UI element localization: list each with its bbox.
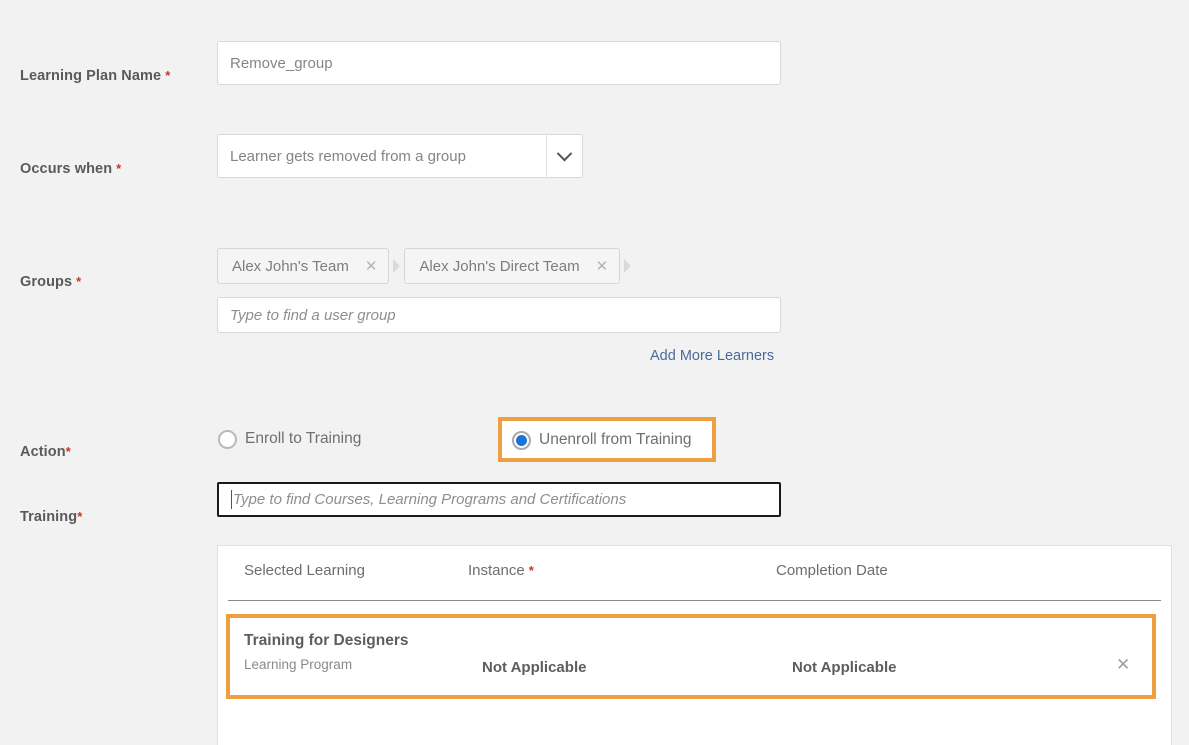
required-asterisk: * (165, 68, 170, 83)
column-header-selected-learning: Selected Learning (244, 562, 365, 579)
training-search-placeholder: Type to find Courses, Learning Programs … (233, 491, 626, 508)
radio-unenroll-from-training[interactable]: Unenroll from Training (512, 425, 691, 455)
chip-separator-arrow-icon (624, 259, 631, 273)
groups-chip-list: Alex John's Team ✕ Alex John's Direct Te… (217, 248, 635, 284)
table-header-row: Selected Learning Instance* Completion D… (228, 546, 1161, 601)
required-asterisk: * (76, 274, 81, 289)
training-label: Training* (20, 509, 82, 525)
occurs-when-select[interactable]: Learner gets removed from a group (217, 134, 583, 178)
occurs-when-label-text: Occurs when (20, 161, 112, 177)
training-search-input[interactable]: Type to find Courses, Learning Programs … (217, 482, 781, 517)
selected-learning-table: Selected Learning Instance* Completion D… (217, 545, 1172, 745)
action-label: Action* (20, 444, 71, 460)
radio-enroll-to-training-label: Enroll to Training (245, 430, 361, 448)
close-icon[interactable]: ✕ (365, 259, 378, 274)
action-label-text: Action (20, 444, 66, 460)
radio-unenroll-from-training-label: Unenroll from Training (539, 431, 691, 449)
occurs-when-label: Occurs when * (20, 161, 121, 177)
required-asterisk: * (529, 563, 534, 578)
group-chip-label: Alex John's Team (232, 258, 349, 275)
group-search-input[interactable]: Type to find a user group (217, 297, 781, 333)
groups-label: Groups * (20, 274, 81, 290)
group-chip[interactable]: Alex John's Team ✕ (217, 248, 389, 284)
column-header-completion-date: Completion Date (776, 562, 888, 579)
add-more-learners-link[interactable]: Add More Learners (650, 348, 774, 364)
radio-enroll-to-training[interactable]: Enroll to Training (218, 424, 361, 454)
radio-unselected-icon (218, 430, 237, 449)
row-training-type: Learning Program (244, 657, 352, 672)
radio-selected-icon (512, 431, 531, 450)
required-asterisk: * (116, 161, 121, 176)
required-asterisk: * (77, 509, 82, 524)
row-training-title: Training for Designers (244, 632, 409, 650)
close-icon[interactable]: ✕ (1116, 656, 1130, 673)
row-completion-date-value: Not Applicable (792, 659, 896, 676)
chevron-down-icon[interactable] (546, 135, 582, 177)
group-search-placeholder: Type to find a user group (230, 307, 396, 324)
table-row[interactable]: Training for Designers Learning Program … (226, 614, 1156, 699)
row-instance-value: Not Applicable (482, 659, 586, 676)
selected-row-highlight (226, 614, 1156, 699)
learning-plan-name-input[interactable]: Remove_group (217, 41, 781, 85)
chip-separator-arrow-icon (393, 259, 400, 273)
column-header-instance: Instance* (468, 562, 534, 579)
text-caret (231, 490, 232, 509)
learning-plan-name-label-text: Learning Plan Name (20, 68, 161, 84)
group-chip-label: Alex John's Direct Team (419, 258, 579, 275)
close-icon[interactable]: ✕ (596, 259, 609, 274)
training-label-text: Training (20, 509, 77, 525)
group-chip[interactable]: Alex John's Direct Team ✕ (404, 248, 620, 284)
learning-plan-name-value: Remove_group (230, 55, 333, 72)
learning-plan-name-label: Learning Plan Name * (20, 68, 170, 84)
occurs-when-selected-value: Learner gets removed from a group (218, 135, 546, 177)
required-asterisk: * (66, 444, 71, 459)
groups-label-text: Groups (20, 274, 72, 290)
